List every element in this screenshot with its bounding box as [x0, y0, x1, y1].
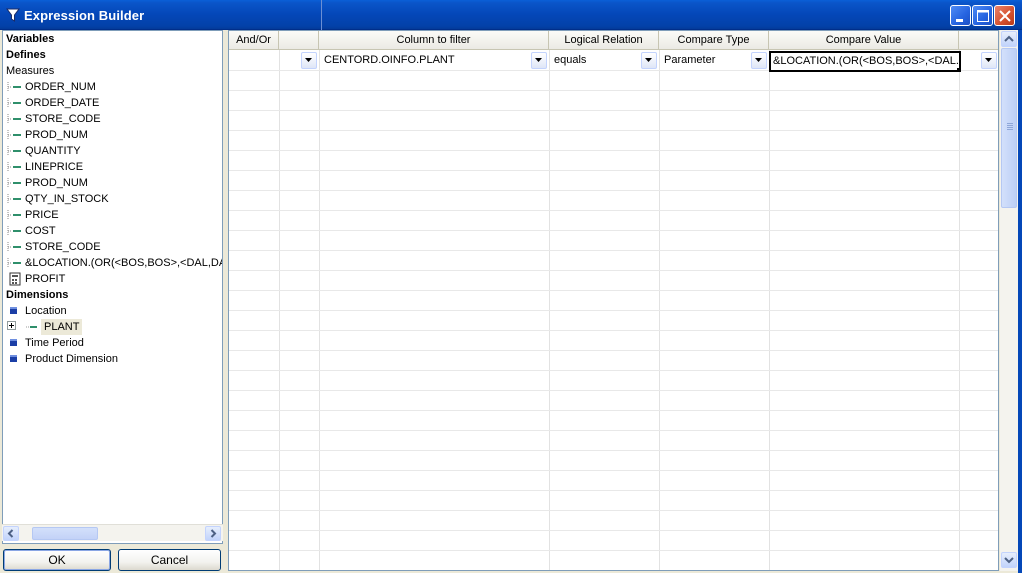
and-or-cell[interactable] [229, 51, 279, 70]
tree-item-label: PROD_NUM [25, 177, 88, 189]
scroll-down-button[interactable] [1001, 552, 1017, 568]
compare-value-dropdown-button[interactable] [981, 52, 997, 69]
close-icon [999, 10, 1011, 22]
maximize-button[interactable] [972, 5, 993, 26]
tree-section-defines[interactable]: Defines [6, 47, 46, 63]
tree-item-label: PROD_NUM [25, 129, 88, 141]
tree-item-label: PRICE [25, 209, 59, 221]
field-icon [7, 207, 21, 223]
tree-item-label: PROFIT [25, 273, 66, 285]
window-border [1018, 30, 1022, 573]
column-header-blank[interactable] [279, 31, 319, 50]
tree-item-label: COST [25, 225, 56, 237]
column-header-compare-value[interactable]: Compare Value [769, 31, 959, 50]
column-header-logical-relation[interactable]: Logical Relation [549, 31, 659, 50]
title-bar[interactable]: Expression Builder [0, 0, 1022, 30]
dimension-icon [7, 335, 21, 351]
dimension-icon [7, 351, 21, 367]
field-icon [7, 191, 21, 207]
field-icon [7, 79, 21, 95]
scroll-right-button[interactable] [205, 526, 221, 541]
column-to-filter-cell[interactable]: CENTORD.OINFO.PLANT [320, 51, 530, 70]
chevron-down-icon [305, 58, 312, 62]
tree-item-label: QUANTITY [25, 145, 81, 157]
tree-item-label: QTY_IN_STOCK [25, 193, 109, 205]
column-header-compare-type[interactable]: Compare Type [659, 31, 769, 50]
tree-item-label: Product Dimension [25, 353, 118, 365]
variables-tree[interactable]: Variables Defines Measures ORDER_NUM ORDE… [2, 30, 223, 544]
column-to-filter-dropdown-button[interactable] [531, 52, 547, 69]
minimize-icon [956, 19, 963, 22]
filter-grid[interactable]: And/Or Column to filter Logical Relation… [228, 30, 999, 571]
field-icon [7, 175, 21, 191]
field-icon [7, 223, 21, 239]
chevron-down-icon [985, 58, 992, 62]
chevron-right-icon [210, 529, 217, 538]
field-icon [7, 95, 21, 111]
logical-relation-cell[interactable]: equals [550, 51, 640, 70]
compare-type-dropdown-button[interactable] [751, 52, 767, 69]
funnel-icon [6, 7, 20, 23]
grid-vertical-scrollbar[interactable] [1000, 30, 1018, 571]
tree-item-label: STORE_CODE [25, 113, 101, 125]
column-header-blank-end[interactable] [959, 31, 998, 50]
logical-relation-dropdown-button[interactable] [641, 52, 657, 69]
field-icon [25, 319, 39, 335]
scroll-left-button[interactable] [3, 526, 19, 541]
field-icon [7, 239, 21, 255]
tree-horizontal-scrollbar[interactable] [2, 524, 223, 541]
scroll-up-button[interactable] [1001, 31, 1017, 47]
scroll-thumb[interactable] [1001, 48, 1017, 208]
tree-item-label: LINEPRICE [25, 161, 84, 173]
compare-value-cell[interactable]: &LOCATION.(OR(<BOS,BOS>,<DAL... [769, 51, 961, 72]
tree-section-measures[interactable]: Measures [6, 63, 54, 79]
chevron-left-icon [7, 529, 14, 538]
tree-item-label: Location [25, 305, 67, 317]
and-or-dropdown-button[interactable] [301, 52, 317, 69]
field-icon [7, 143, 21, 159]
maximize-icon [977, 10, 989, 22]
chevron-down-icon [755, 58, 762, 62]
cancel-button[interactable]: Cancel [118, 549, 221, 571]
compare-type-cell[interactable]: Parameter [660, 51, 750, 70]
tree-section-dimensions[interactable]: Dimensions [6, 287, 68, 303]
scroll-thumb[interactable] [32, 527, 98, 540]
field-icon [7, 255, 21, 271]
expand-icon[interactable] [7, 321, 16, 330]
column-header-column-to-filter[interactable]: Column to filter [319, 31, 549, 50]
field-icon [7, 159, 21, 175]
column-header-and-or[interactable]: And/Or [229, 31, 279, 50]
window-title: Expression Builder [24, 8, 145, 23]
dimension-icon [7, 303, 21, 319]
close-button[interactable] [994, 5, 1015, 26]
ok-button[interactable]: OK [3, 549, 111, 571]
chevron-down-icon [645, 58, 652, 62]
fill-handle[interactable] [957, 68, 959, 70]
tree-item-label: PLANT [41, 319, 83, 335]
minimize-button[interactable] [950, 5, 971, 26]
chevron-down-icon [1004, 557, 1014, 564]
tree-item-label: &LOCATION.(OR(<BOS,BOS>,<DAL,DAL [25, 257, 223, 269]
chevron-down-icon [535, 58, 542, 62]
field-icon [7, 127, 21, 143]
tree-item-label: ORDER_NUM [25, 81, 96, 93]
tree-item-label: STORE_CODE [25, 241, 101, 253]
tree-section-variables[interactable]: Variables [6, 31, 54, 47]
compare-value-text: &LOCATION.(OR(<BOS,BOS>,<DAL... [773, 55, 961, 67]
calculator-icon [7, 271, 21, 287]
tree-item-label: Time Period [25, 337, 84, 349]
field-icon [7, 111, 21, 127]
tree-item-label: ORDER_DATE [25, 97, 100, 109]
chevron-up-icon [1004, 35, 1014, 42]
